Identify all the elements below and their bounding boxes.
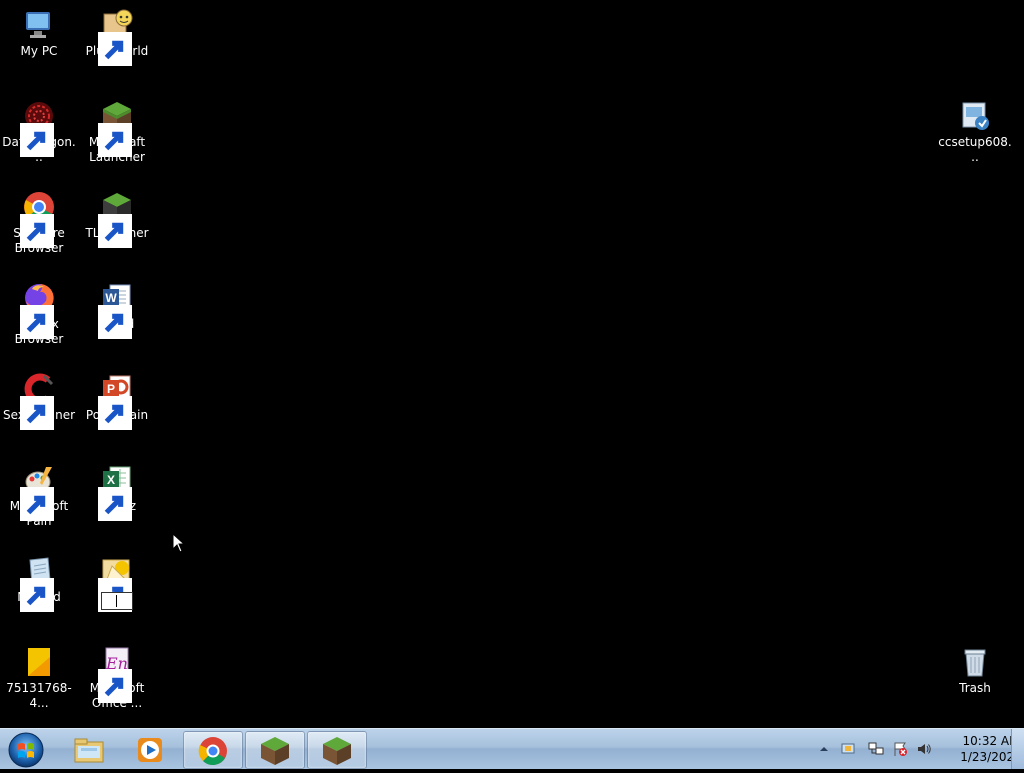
windows-start-icon <box>8 732 44 768</box>
word-icon: W <box>98 281 134 339</box>
image-file-icon <box>22 645 56 679</box>
desktop-icon-firefox[interactable]: Firefox Browser <box>0 275 78 347</box>
desktop-icon-mycrosoft-pain[interactable]: Mycrosoft Pain <box>0 457 78 529</box>
desktop-icon-label: Trash <box>959 681 991 695</box>
paint-icon <box>20 463 56 521</box>
desktop-icon-excelz[interactable]: X Excelz <box>78 457 156 521</box>
show-hidden-icons-arrow[interactable] <box>816 741 832 757</box>
shortcut-arrow-icon <box>98 396 132 430</box>
taskbar-button-explorer[interactable] <box>60 731 118 767</box>
svg-text:X: X <box>107 473 115 487</box>
office-icon: En <box>98 645 134 703</box>
svg-text:W: W <box>105 291 117 305</box>
show-desktop-button[interactable] <box>1011 729 1024 769</box>
desktop-icon-world[interactable]: W World <box>78 275 156 339</box>
desktop-icon-label: My PC <box>20 44 58 58</box>
desktop-icon-datawagon[interactable]: DataWagon... <box>0 93 78 165</box>
installer-icon <box>958 99 992 133</box>
shortcut-arrow-icon <box>98 669 132 703</box>
firefox-icon <box>20 281 56 339</box>
minecraft-icon <box>261 737 289 765</box>
minecraft-icon <box>323 737 351 765</box>
desktop-icon-ccsetup[interactable]: ccsetup608... <box>936 93 1014 165</box>
notepad-icon <box>20 554 56 612</box>
shortcut-arrow-icon <box>20 396 54 430</box>
desktop-icon-spyware-browser[interactable]: Spyware Browser <box>0 184 78 256</box>
desktop-icon-label: ccsetup608... <box>938 135 1012 164</box>
shortcut-arrow-icon <box>20 214 54 248</box>
media-player-icon <box>138 738 162 762</box>
taskbar-button-minecraft-1[interactable] <box>245 731 305 769</box>
rename-input[interactable] <box>101 592 133 610</box>
shortcut-arrow-icon <box>98 487 132 521</box>
taskbar: 10:32 AM 1/23/2023 <box>0 728 1024 769</box>
recycle-bin-icon <box>958 645 992 679</box>
shortcut-arrow-icon <box>98 123 132 157</box>
datawagon-icon <box>20 99 56 157</box>
desktop-icon-powerpain[interactable]: P Powerpain <box>78 366 156 430</box>
desktop-icon-notpad[interactable]: Notpad <box>0 548 78 612</box>
network-config-icon[interactable] <box>840 741 856 757</box>
desktop-icon-image-file[interactable]: 75131768-4... <box>0 639 78 711</box>
shortcut-arrow-icon <box>20 487 54 521</box>
folder-star-icon <box>98 554 134 612</box>
taskbar-button-chrome[interactable] <box>183 731 243 769</box>
system-tray: 10:32 AM 1/23/2023 <box>814 729 1024 769</box>
powerpoint-icon: P <box>98 372 134 430</box>
shortcut-arrow-icon <box>98 578 132 612</box>
plus-world-icon <box>98 8 134 66</box>
text-caret <box>116 595 117 607</box>
desktop-icon-microsoft-office[interactable]: En Microsoft Office ... <box>78 639 156 711</box>
taskbar-button-minecraft-2[interactable] <box>307 731 367 769</box>
excel-icon: X <box>98 463 134 521</box>
desktop-icon-sex-cleaner[interactable]: Sex Cleaner <box>0 366 78 430</box>
minecraft-icon <box>98 99 134 157</box>
volume-icon[interactable] <box>916 741 932 757</box>
action-center-flag-icon[interactable] <box>892 741 908 757</box>
shortcut-arrow-icon <box>98 305 132 339</box>
chrome-icon <box>20 190 56 248</box>
network-icon[interactable] <box>868 741 884 757</box>
shortcut-arrow-icon <box>98 214 132 248</box>
ccleaner-icon <box>20 372 56 430</box>
shortcut-arrow-icon <box>20 578 54 612</box>
desktop-icon-plus-world[interactable]: Plus World <box>78 2 156 66</box>
shortcut-arrow-icon <box>20 123 54 157</box>
desktop-icon-minecraft-launcher[interactable]: Minecraft Launcher <box>78 93 156 165</box>
folder-icon <box>74 738 104 763</box>
taskbar-button-media-player[interactable] <box>121 731 179 767</box>
svg-text:P: P <box>107 382 115 396</box>
shortcut-arrow-icon <box>20 305 54 339</box>
desktop-icon-renaming[interactable] <box>78 548 156 614</box>
desktop-icon-trash[interactable]: Trash <box>936 639 1014 696</box>
mouse-cursor <box>172 532 186 553</box>
shortcut-arrow-icon <box>98 32 132 66</box>
start-button[interactable] <box>6 731 46 769</box>
desktop-icon-tlauncher[interactable]: TLauncher <box>78 184 156 248</box>
desktop-icon-my-pc[interactable]: My PC <box>0 2 78 59</box>
chrome-icon <box>198 737 227 766</box>
minecraft-icon <box>98 190 134 248</box>
desktop-icon-label: 75131768-4... <box>6 681 72 710</box>
computer-icon <box>22 8 56 42</box>
